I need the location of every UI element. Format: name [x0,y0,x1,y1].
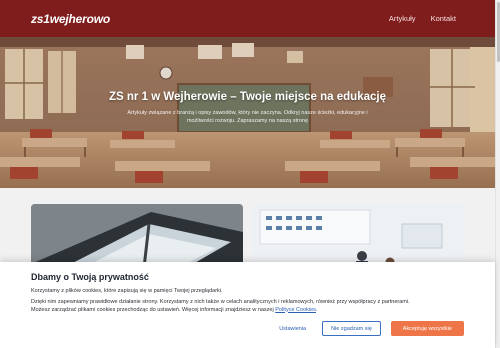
hero-title: ZS nr 1 w Wejherowie – Twoje miejsce na … [109,91,386,103]
cookie-settings-button[interactable]: Ustawienia [273,321,312,336]
cookie-manage-prefix: Możesz zarządzać plikami cookies przecho… [31,306,276,313]
cookie-details: Dzięki nim zapewniamy prawidłowe działan… [31,299,464,314]
cookie-accept-button[interactable]: Akceptuję wszystkie [390,321,464,336]
page-scrollbar[interactable] [495,0,500,348]
hero-description: Artykuły związane z branżą i opisy zawod… [127,110,368,124]
nav-contact-link[interactable]: Kontakt [431,14,456,23]
cookie-manage-text: Możesz zarządzać plikami cookies przecho… [31,307,464,315]
hero-banner: ZS nr 1 w Wejherowie – Twoje miejsce na … [0,37,495,188]
cookie-actions: Ustawienia Nie zgadzam się Akceptuję wsz… [273,321,464,336]
nav-articles-link[interactable]: Artykuły [389,14,416,23]
site-header: zs1wejherowo Artykuły Kontakt [0,0,495,37]
cookie-purpose-text: Dzięki nim zapewniamy prawidłowe działan… [31,299,410,305]
cookie-banner-title: Dbamy o Twoją prywatność [31,272,149,282]
cookie-consent-banner: Dbamy o Twoją prywatność Korzystamy z pl… [0,262,495,348]
main-nav: Artykuły Kontakt [389,14,456,23]
cookie-reject-button[interactable]: Nie zgadzam się [322,321,381,336]
site-logo[interactable]: zs1wejherowo [31,12,110,26]
cookie-manage-suffix: . [315,306,318,313]
cookie-info-text: Korzystamy z plików cookies, które zapis… [31,288,223,294]
cookie-policy-link[interactable]: Polityce Cookies [275,307,316,313]
